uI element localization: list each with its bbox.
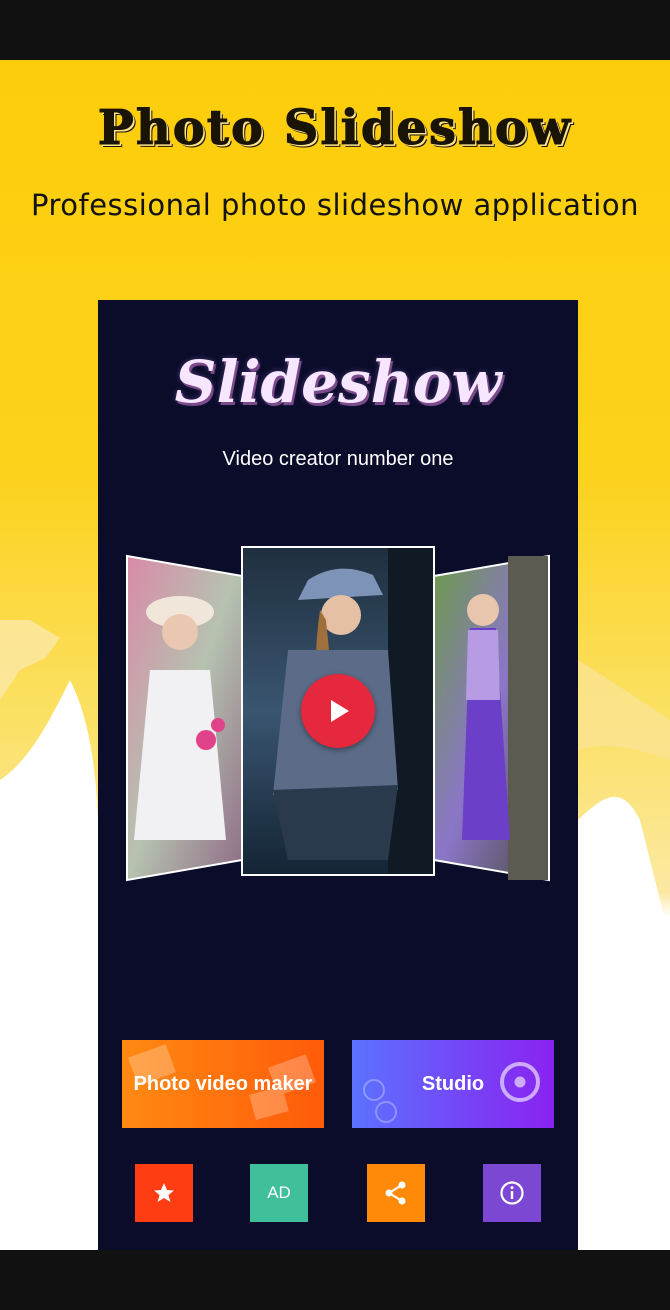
app-logo: Slideshow [174,348,502,416]
status-bar [0,0,670,60]
studio-button[interactable]: Studio [352,1040,554,1128]
photo-video-maker-label: Photo video maker [133,1072,313,1095]
photo-video-maker-button[interactable]: Photo video maker [122,1040,324,1128]
slide-left[interactable] [126,554,243,882]
star-icon [154,1183,174,1202]
ad-button[interactable]: AD [250,1164,308,1222]
rate-button[interactable] [135,1164,193,1222]
studio-label: Studio [421,1072,485,1095]
promo-subtitle: Professional photo slideshow application [31,188,639,222]
play-icon [331,700,349,722]
navigation-bar [0,1250,670,1310]
ad-label: AD [267,1183,291,1202]
play-button[interactable] [301,674,375,748]
slide-right[interactable] [433,554,550,882]
share-button[interactable] [367,1164,425,1222]
info-icon [500,1181,524,1205]
share-icon [385,1181,406,1205]
app-preview-panel: Slideshow Video creator number one Photo… [98,300,578,1250]
app-tagline: Video creator number one [222,448,454,470]
info-button[interactable] [483,1164,541,1222]
promo-title: Photo Slideshow [97,100,573,157]
